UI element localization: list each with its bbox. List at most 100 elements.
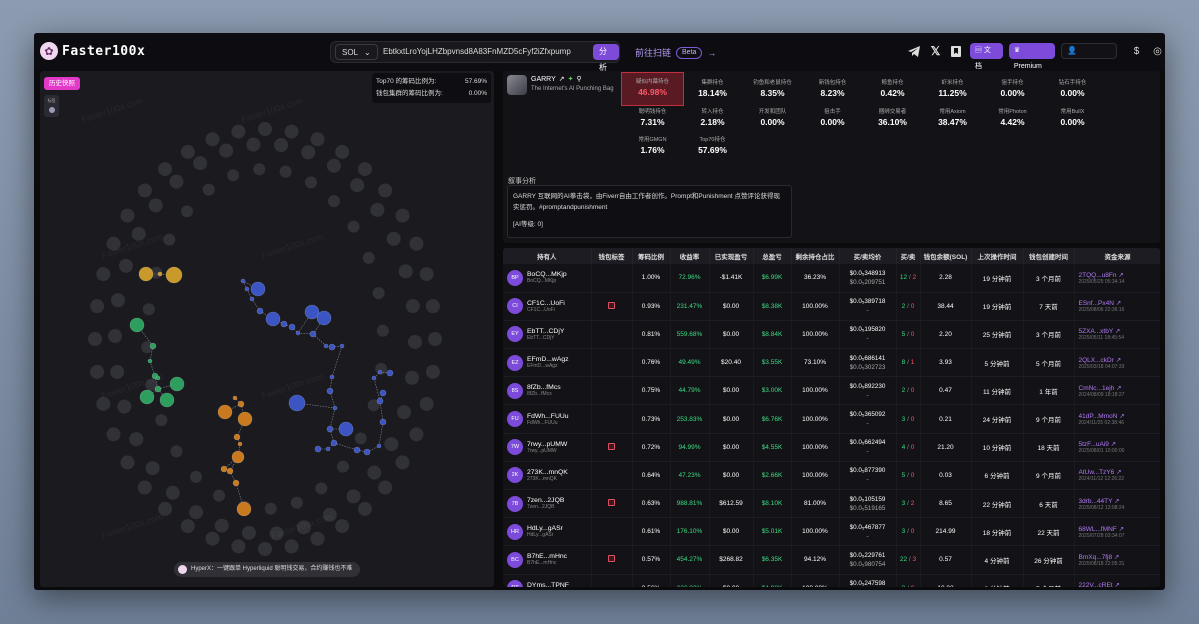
external-link-icon[interactable]: ↗ bbox=[1115, 328, 1120, 335]
holder-bubble[interactable] bbox=[149, 342, 157, 350]
funding-source-link[interactable]: 68WL...fMNF ↗ bbox=[1075, 525, 1161, 533]
gray-bubble[interactable] bbox=[193, 156, 208, 171]
column-header[interactable]: 收益率 bbox=[670, 248, 710, 264]
gray-bubble[interactable] bbox=[258, 122, 272, 136]
gray-bubble[interactable] bbox=[258, 542, 272, 556]
column-header[interactable]: 买/卖均价 bbox=[839, 248, 897, 264]
gray-bubble[interactable] bbox=[407, 334, 422, 349]
gray-bubble[interactable] bbox=[409, 236, 424, 251]
column-header[interactable]: 钱包创建时间 bbox=[1023, 248, 1075, 264]
external-link-icon[interactable]: ↗ bbox=[1116, 469, 1121, 476]
holder-bubble[interactable] bbox=[165, 266, 183, 284]
gray-bubble[interactable] bbox=[378, 183, 393, 198]
gray-bubble[interactable] bbox=[169, 174, 184, 189]
gray-bubble[interactable] bbox=[284, 124, 299, 139]
holder-address[interactable]: 8fZb...fMcs bbox=[527, 384, 561, 391]
funding-source-link[interactable]: 2TQQ...u8Fn ↗ bbox=[1075, 271, 1161, 279]
holder-bubble[interactable] bbox=[363, 448, 371, 456]
funding-source-link[interactable]: 222V...cREt ↗ bbox=[1075, 581, 1161, 587]
gray-bubble[interactable] bbox=[163, 233, 176, 246]
holder-bubble[interactable] bbox=[314, 445, 322, 453]
gray-bubble[interactable] bbox=[370, 202, 385, 217]
holder-bubble[interactable] bbox=[233, 433, 241, 441]
holder-bubble[interactable] bbox=[377, 369, 383, 375]
gray-bubble[interactable] bbox=[117, 399, 132, 414]
gray-bubble[interactable] bbox=[419, 267, 434, 282]
gray-bubble[interactable] bbox=[214, 518, 229, 533]
gray-bubble[interactable] bbox=[148, 198, 163, 213]
gray-bubble[interactable] bbox=[90, 299, 105, 314]
gray-bubble[interactable] bbox=[142, 303, 155, 316]
table-row[interactable]: 7B 7zen...2JQB 7zen...2JQB 0.63% 988.81% $612… bbox=[503, 489, 1161, 519]
holder-bubble[interactable] bbox=[280, 320, 288, 328]
gray-bubble[interactable] bbox=[189, 505, 204, 520]
holder-bubble[interactable] bbox=[157, 271, 163, 277]
holder-bubble[interactable] bbox=[386, 369, 394, 377]
funding-source-link[interactable]: AtUw...TzY6 ↗ bbox=[1075, 468, 1161, 476]
holder-bubble[interactable] bbox=[237, 411, 253, 427]
gray-bubble[interactable] bbox=[310, 132, 325, 147]
holder-bubble[interactable] bbox=[330, 439, 338, 447]
column-header[interactable]: 持有人 bbox=[503, 248, 592, 264]
table-row[interactable]: 7W 7rwy...pUMW 7rwy...pUMW 0.72% 94.99% $0.00… bbox=[503, 433, 1160, 462]
table-row[interactable]: FU FdWh...FUUu FdWh...FUUu 0.73% 253.83% $0.0… bbox=[503, 404, 1160, 434]
column-header[interactable]: 上次操作时间 bbox=[971, 248, 1024, 264]
gray-bubble[interactable] bbox=[419, 396, 434, 411]
holder-bubble[interactable] bbox=[237, 441, 243, 447]
gray-bubble[interactable] bbox=[347, 220, 360, 233]
holder-bubble[interactable] bbox=[237, 400, 245, 408]
holder-bubble[interactable] bbox=[328, 343, 336, 351]
external-link-icon[interactable]: ↗ bbox=[1116, 385, 1121, 392]
holder-bubble[interactable] bbox=[265, 311, 281, 327]
gray-bubble[interactable] bbox=[180, 144, 195, 159]
gray-bubble[interactable] bbox=[205, 132, 220, 147]
wallet-tag-icon[interactable] bbox=[608, 442, 615, 450]
funding-source-link[interactable]: 2QLX...ckDr ↗ bbox=[1075, 356, 1161, 364]
gray-bubble[interactable] bbox=[106, 427, 121, 442]
wallet-tag-icon[interactable] bbox=[608, 301, 615, 309]
gray-bubble[interactable] bbox=[246, 137, 261, 152]
holder-bubble[interactable] bbox=[325, 446, 331, 452]
gray-bubble[interactable] bbox=[315, 482, 328, 495]
holder-bubble[interactable] bbox=[309, 330, 317, 338]
gray-bubble[interactable] bbox=[165, 485, 180, 500]
gray-bubble[interactable] bbox=[137, 480, 152, 495]
gray-bubble[interactable] bbox=[231, 124, 246, 139]
gray-bubble[interactable] bbox=[335, 519, 350, 534]
gray-bubble[interactable] bbox=[181, 205, 194, 218]
column-header[interactable]: 买/卖 bbox=[896, 248, 921, 264]
holder-bubble[interactable] bbox=[371, 375, 377, 381]
gray-bubble[interactable] bbox=[180, 519, 195, 534]
external-link-icon[interactable]: ↗ bbox=[1118, 272, 1123, 279]
gray-bubble[interactable] bbox=[378, 480, 393, 495]
gray-bubble[interactable] bbox=[137, 183, 152, 198]
gray-bubble[interactable] bbox=[253, 163, 266, 176]
wallet-tag-icon[interactable] bbox=[608, 555, 615, 563]
holder-bubble[interactable] bbox=[129, 317, 145, 333]
holder-bubble[interactable] bbox=[154, 385, 162, 393]
table-row[interactable]: BP BoCQ...MKjp BoCQ...MKjp 1.00% 72.96% -$1.4… bbox=[503, 264, 1161, 293]
gray-bubble[interactable] bbox=[395, 208, 410, 223]
funding-source-link[interactable]: 3drb...44TY ↗ bbox=[1075, 497, 1161, 505]
bookmark-icon[interactable] bbox=[949, 44, 964, 59]
funding-source-link[interactable]: 5ZXA...xtbY ↗ bbox=[1075, 327, 1161, 335]
funding-source-link[interactable]: CmNc...1ejh ↗ bbox=[1075, 384, 1161, 392]
gray-bubble[interactable] bbox=[219, 143, 234, 158]
external-link-icon[interactable]: ↗ bbox=[1114, 582, 1119, 587]
holder-address[interactable]: HdLy...gASr bbox=[527, 525, 563, 532]
holder-bubble[interactable] bbox=[250, 281, 266, 297]
external-link-icon[interactable]: ↗ bbox=[1116, 300, 1121, 307]
gray-bubble[interactable] bbox=[170, 445, 183, 458]
holder-bubble[interactable] bbox=[353, 446, 361, 454]
holder-address[interactable]: CF1C...UoFi bbox=[527, 300, 565, 307]
holder-bubble[interactable] bbox=[232, 395, 238, 401]
external-link-icon[interactable]: ↗ bbox=[1114, 554, 1119, 561]
gray-bubble[interactable] bbox=[301, 145, 316, 160]
gray-bubble[interactable] bbox=[145, 461, 160, 476]
holder-bubble[interactable] bbox=[329, 374, 335, 380]
gray-bubble[interactable] bbox=[362, 251, 375, 264]
table-row[interactable]: BC B7hE...mHnc B7hE...mHnc 0.57% 454.27% $268… bbox=[503, 545, 1160, 575]
docs-button[interactable]: ▤ 文档 bbox=[969, 43, 1003, 70]
table-row[interactable]: EY EbTT...CDjY EbTT...CDjY 0.81% 559.68% $0.0… bbox=[503, 320, 1161, 350]
table-row[interactable]: CI CF1C...UoFi CF1C...UoFi 0.93% 231.47% $0.0… bbox=[503, 292, 1160, 321]
